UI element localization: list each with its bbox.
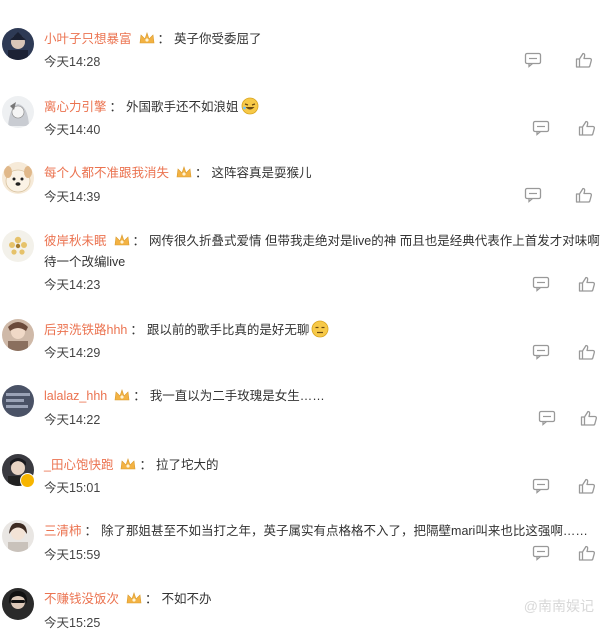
avatar[interactable]: [2, 28, 34, 60]
separator: ：: [84, 524, 98, 538]
timestamp: 今天15:59: [44, 548, 101, 562]
separator: ：: [133, 389, 146, 403]
thumbs-up-icon[interactable]: [578, 478, 596, 494]
comment-text: 跟以前的歌手比真的是好无聊: [146, 323, 310, 337]
comment-icon[interactable]: [532, 478, 550, 494]
comment-text-continuation: 待一个改编live: [44, 255, 126, 269]
thumbs-up-icon[interactable]: [578, 545, 596, 561]
timestamp: 今天14:29: [44, 346, 101, 360]
separator: ：: [130, 323, 143, 337]
timestamp: 今天15:25: [44, 616, 101, 630]
comment-text: 网传很久折叠式爱情 但带我走绝对是live的神 而且也是经典代表作上首发才对味啊: [149, 234, 600, 248]
comment-icon[interactable]: [524, 52, 542, 68]
avatar[interactable]: [2, 96, 34, 128]
crown-badge-icon: [121, 458, 136, 470]
crown-badge-icon: [126, 592, 142, 604]
timestamp: 今天14:23: [44, 278, 101, 292]
avatar[interactable]: [2, 520, 34, 552]
username[interactable]: 不赚钱没饭次: [44, 592, 119, 606]
thumbs-up-icon[interactable]: [575, 187, 593, 203]
bored-emoji-icon: [311, 320, 329, 338]
timestamp: 今天14:28: [44, 55, 101, 69]
watermark: @南南娱记: [523, 598, 594, 614]
comment-text: 我一直以为二手玫瑰是女生……: [149, 389, 325, 403]
thumbs-up-icon[interactable]: [578, 120, 596, 136]
avatar[interactable]: [2, 162, 34, 194]
username[interactable]: 彼岸秋未眠: [44, 234, 107, 248]
laugh-emoji-icon: [241, 97, 258, 115]
separator: ：: [132, 234, 146, 248]
timestamp: 今天15:01: [44, 481, 101, 495]
avatar[interactable]: [2, 588, 34, 620]
thumbs-up-icon[interactable]: [575, 52, 593, 68]
crown-badge-icon: [114, 389, 130, 401]
separator: ：: [195, 166, 208, 180]
comment-text: 外国歌手还不如浪姐: [126, 100, 239, 114]
comment-icon[interactable]: [532, 120, 550, 136]
crown-badge-icon: [114, 234, 129, 246]
username[interactable]: _田心饱快跑: [44, 458, 113, 472]
avatar[interactable]: [2, 230, 34, 262]
username[interactable]: 三清柿: [44, 524, 82, 538]
comment-icon[interactable]: [532, 276, 550, 292]
comment-icon[interactable]: [532, 545, 550, 561]
thumbs-up-icon[interactable]: [578, 344, 596, 360]
separator: ：: [139, 458, 152, 472]
comment-text: 除了那姐甚至不如当打之年，英子属实有点格格不入了，把隔壁mari叫来也比这强啊……: [101, 524, 588, 538]
separator: ：: [109, 100, 123, 114]
username[interactable]: 小叶子只想暴富: [44, 32, 132, 46]
username[interactable]: 后羿洗铁路hhh: [44, 323, 127, 337]
timestamp: 今天14:22: [44, 413, 101, 427]
timestamp: 今天14:40: [44, 123, 101, 137]
separator: ：: [145, 592, 158, 606]
crown-badge-icon: [139, 32, 154, 44]
username[interactable]: 离心力引擎: [44, 100, 107, 114]
comment-icon[interactable]: [538, 410, 556, 426]
thumbs-up-icon[interactable]: [578, 276, 596, 292]
username[interactable]: lalalaz_hhh: [44, 389, 107, 403]
thumbs-up-icon[interactable]: [580, 410, 598, 426]
comment-text: 英子你受委屈了: [174, 32, 262, 46]
avatar[interactable]: [2, 319, 34, 351]
comment-icon[interactable]: [532, 344, 550, 360]
comment-text: 不如不办: [161, 592, 212, 606]
comment-text: 拉了坨大的: [155, 458, 219, 472]
verified-badge-icon: [20, 473, 35, 488]
timestamp: 今天14:39: [44, 190, 101, 204]
comment-text: 这阵容真是耍猴儿: [211, 166, 312, 180]
crown-badge-icon: [176, 166, 192, 178]
avatar[interactable]: [2, 385, 34, 417]
comment-icon[interactable]: [524, 187, 542, 203]
separator: ：: [157, 32, 171, 46]
username[interactable]: 每个人都不准跟我消失: [44, 166, 169, 180]
